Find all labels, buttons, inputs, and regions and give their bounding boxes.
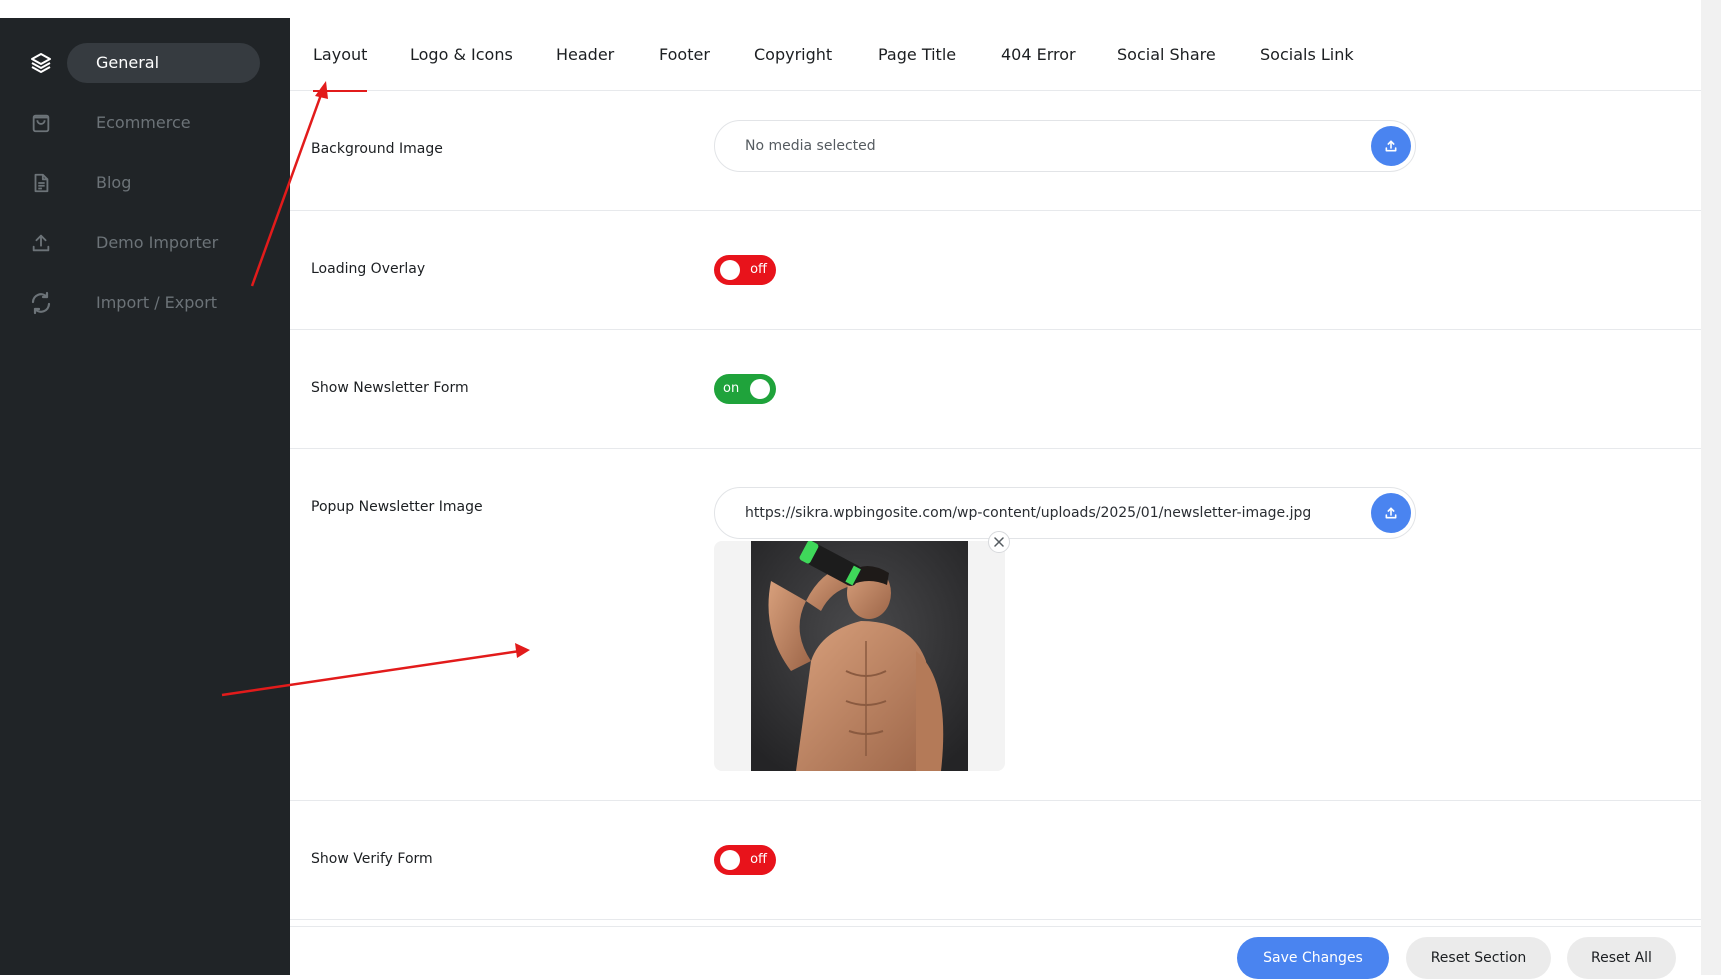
scrollbar-track[interactable] xyxy=(1701,0,1721,975)
field-label: Background Image xyxy=(311,141,443,157)
footer-bar: Save Changes Reset Section Reset All xyxy=(290,926,1701,979)
tab-bar: Layout Logo & Icons Header Footer Copyri… xyxy=(290,18,1701,92)
tab-footer[interactable]: Footer xyxy=(659,18,710,91)
reset-section-button[interactable]: Reset Section xyxy=(1406,937,1551,979)
tab-page-title[interactable]: Page Title xyxy=(878,18,956,91)
upload-button[interactable] xyxy=(1371,126,1411,166)
newsletter-form-row: Show Newsletter Form on xyxy=(290,330,1701,449)
sidebar-item-label: Ecommerce xyxy=(96,113,191,132)
sidebar-item-blog[interactable]: Blog xyxy=(0,163,290,203)
layers-icon xyxy=(27,51,55,75)
verify-form-toggle[interactable]: off xyxy=(714,845,776,875)
tab-404-error[interactable]: 404 Error xyxy=(1001,18,1076,91)
toggle-knob xyxy=(720,850,740,870)
newsletter-form-toggle[interactable]: on xyxy=(714,374,776,404)
sidebar: General Ecommerce Blog Demo Importer Imp… xyxy=(0,18,290,975)
sidebar-item-label: Import / Export xyxy=(96,293,218,312)
tab-socials-link[interactable]: Socials Link xyxy=(1260,18,1354,91)
toggle-state-label: off xyxy=(750,262,767,277)
popup-image-preview xyxy=(714,541,1005,771)
sidebar-item-label: Demo Importer xyxy=(96,233,219,252)
tab-logo-icons[interactable]: Logo & Icons xyxy=(410,18,513,91)
upload-icon xyxy=(1385,140,1397,152)
toggle-state-label: off xyxy=(750,852,767,867)
upload-icon xyxy=(1385,507,1397,519)
save-changes-button[interactable]: Save Changes xyxy=(1237,937,1389,979)
popup-image-field[interactable]: https://sikra.wpbingosite.com/wp-content… xyxy=(714,487,1416,539)
loading-overlay-toggle[interactable]: off xyxy=(714,255,776,285)
tab-header[interactable]: Header xyxy=(556,18,614,91)
loading-overlay-row: Loading Overlay off xyxy=(290,211,1701,330)
settings-panel: Layout Logo & Icons Header Footer Copyri… xyxy=(290,18,1701,975)
tab-layout[interactable]: Layout xyxy=(313,18,368,92)
upload-button[interactable] xyxy=(1371,493,1411,533)
verify-form-row: Show Verify Form off xyxy=(290,801,1701,920)
tab-copyright[interactable]: Copyright xyxy=(754,18,832,91)
sidebar-item-demo-importer[interactable]: Demo Importer xyxy=(0,223,290,263)
background-image-value: No media selected xyxy=(745,138,876,154)
sidebar-item-import-export[interactable]: Import / Export xyxy=(0,283,290,323)
newsletter-image-thumbnail xyxy=(751,541,968,771)
upload-icon xyxy=(27,231,55,255)
field-label: Loading Overlay xyxy=(311,261,426,277)
popup-image-url: https://sikra.wpbingosite.com/wp-content… xyxy=(745,505,1312,521)
sidebar-item-label: Blog xyxy=(96,173,132,192)
field-label: Show Verify Form xyxy=(311,851,433,867)
sidebar-item-general[interactable]: General xyxy=(0,43,290,83)
tab-social-share[interactable]: Social Share xyxy=(1117,18,1216,91)
background-image-field[interactable]: No media selected xyxy=(714,120,1416,172)
close-icon xyxy=(994,537,1004,547)
top-strip xyxy=(0,0,1721,18)
field-label: Popup Newsletter Image xyxy=(311,499,483,515)
sidebar-item-label: General xyxy=(96,53,160,72)
sync-icon xyxy=(27,291,55,315)
bag-icon xyxy=(27,111,55,135)
background-image-row: Background Image No media selected xyxy=(290,91,1701,211)
sidebar-item-ecommerce[interactable]: Ecommerce xyxy=(0,103,290,143)
reset-all-button[interactable]: Reset All xyxy=(1567,937,1676,979)
field-label: Show Newsletter Form xyxy=(311,380,469,396)
remove-image-button[interactable] xyxy=(988,531,1010,553)
toggle-knob xyxy=(750,379,770,399)
document-icon xyxy=(27,171,55,195)
toggle-knob xyxy=(720,260,740,280)
toggle-state-label: on xyxy=(723,381,740,396)
